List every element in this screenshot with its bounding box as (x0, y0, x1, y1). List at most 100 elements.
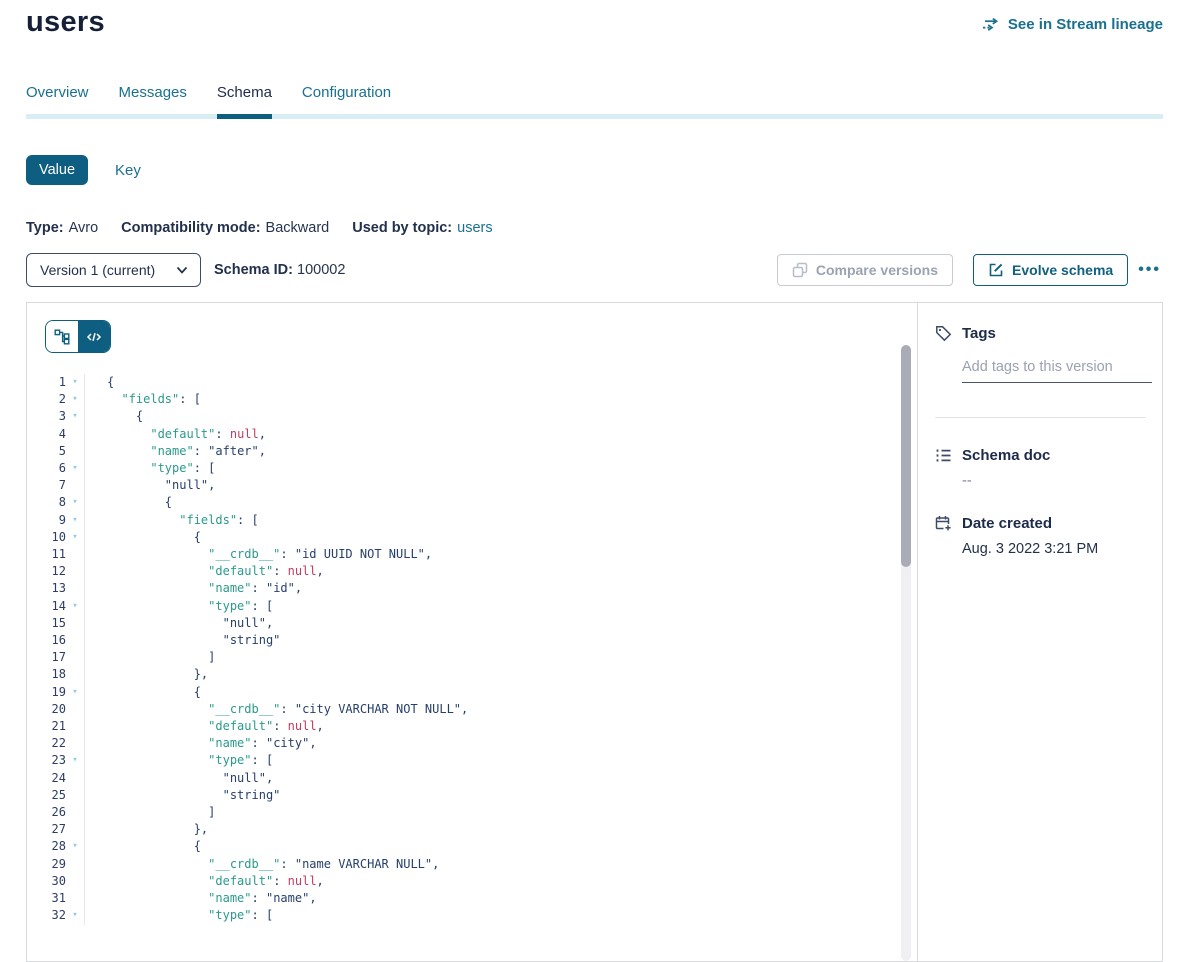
code-line: 21 "default": null, (27, 718, 917, 735)
scrollbar-thumb[interactable] (901, 345, 911, 567)
meta-label: Type: (26, 220, 64, 236)
meta-label: Compatibility mode: (121, 220, 260, 236)
date-created-section: Date created Aug. 3 2022 3:21 PM (935, 515, 1146, 557)
line-number: 18 (27, 666, 66, 683)
meta-item: Compatibility mode: Backward (121, 220, 329, 236)
schema-sidebar: Tags Schema doc -- (917, 303, 1162, 961)
code-lines: 1▾{2▾ "fields": [3▾ {4 "default": null,5… (27, 374, 917, 925)
chevron-down-icon (176, 266, 188, 275)
fold-toggle-icon[interactable]: ▾ (66, 529, 84, 546)
fold-toggle-icon[interactable]: ▾ (66, 494, 84, 511)
line-number: 3 (27, 408, 66, 425)
code-line: 23▾ "type": [ (27, 752, 917, 769)
fold-toggle-icon[interactable]: ▾ (66, 512, 84, 529)
more-options-button[interactable]: ••• (1136, 261, 1163, 279)
line-number: 14 (27, 598, 66, 615)
version-select-value: Version 1 (current) (40, 262, 155, 278)
tree-view-icon (54, 329, 70, 345)
fold-toggle-icon[interactable]: ▾ (66, 598, 84, 615)
line-number: 31 (27, 890, 66, 907)
view-toggle (45, 320, 111, 353)
code-line: 3▾ { (27, 408, 917, 425)
add-tags-input[interactable] (962, 359, 1152, 383)
fold-toggle-icon[interactable]: ▾ (66, 391, 84, 408)
code-line: 14▾ "type": [ (27, 598, 917, 615)
fold-toggle-icon[interactable]: ▾ (66, 684, 84, 701)
meta-label: Used by topic: (352, 220, 452, 236)
topic-link[interactable]: users (457, 220, 492, 236)
line-number: 19 (27, 684, 66, 701)
schema-panel: 1▾{2▾ "fields": [3▾ {4 "default": null,5… (26, 302, 1163, 962)
code-line: 20 "__crdb__": "city VARCHAR NOT NULL", (27, 701, 917, 718)
code-line: 6▾ "type": [ (27, 460, 917, 477)
page-header: users See in Stream lineage (26, 0, 1163, 39)
fold-toggle-icon[interactable]: ▾ (66, 752, 84, 769)
line-number: 17 (27, 649, 66, 666)
line-number: 4 (27, 426, 66, 443)
line-number: 1 (27, 374, 66, 391)
version-row: Version 1 (current) Schema ID: 100002 Co… (26, 253, 1163, 287)
meta-item: Used by topic: users (352, 220, 492, 236)
code-line: 10▾ { (27, 529, 917, 546)
line-number: 11 (27, 546, 66, 563)
page-title: users (26, 6, 105, 39)
tag-icon (935, 325, 952, 342)
line-number: 22 (27, 735, 66, 752)
code-view-button[interactable] (78, 321, 110, 352)
key-toggle-button[interactable]: Key (115, 162, 141, 179)
sidebar-divider (935, 417, 1146, 418)
code-line: 18 }, (27, 666, 917, 683)
line-number: 7 (27, 477, 66, 494)
editor-scrollbar[interactable] (901, 345, 911, 961)
schema-page: users See in Stream lineage Overview Mess… (0, 0, 1189, 962)
fold-toggle-icon[interactable]: ▾ (66, 460, 84, 477)
code-line: 9▾ "fields": [ (27, 512, 917, 529)
compare-versions-button[interactable]: Compare versions (777, 254, 953, 286)
code-line: 26 ] (27, 804, 917, 821)
evolve-schema-label: Evolve schema (1012, 262, 1113, 278)
meta-value: Backward (266, 220, 330, 236)
schema-doc-title: Schema doc (962, 447, 1050, 464)
code-line: 27 }, (27, 821, 917, 838)
code-line: 17 ] (27, 649, 917, 666)
tab-configuration[interactable]: Configuration (302, 84, 391, 114)
fold-toggle-icon[interactable]: ▾ (66, 374, 84, 391)
schema-doc-section: Schema doc -- (935, 447, 1146, 489)
schema-editor[interactable]: 1▾{2▾ "fields": [3▾ {4 "default": null,5… (27, 303, 917, 961)
meta-row: Type: Avro Compatibility mode: Backward Used… (26, 220, 1163, 236)
tab-overview[interactable]: Overview (26, 84, 89, 114)
see-in-stream-lineage-label: See in Stream lineage (1008, 16, 1163, 33)
fold-toggle-icon[interactable]: ▾ (66, 838, 84, 855)
edit-icon (988, 262, 1004, 278)
evolve-schema-button[interactable]: Evolve schema (973, 254, 1128, 286)
calendar-plus-icon (935, 515, 952, 532)
doc-list-icon (935, 447, 952, 464)
code-line: 2▾ "fields": [ (27, 391, 917, 408)
tree-view-button[interactable] (46, 321, 78, 352)
schema-doc-value: -- (962, 473, 1146, 489)
tab-schema[interactable]: Schema (217, 84, 272, 114)
value-toggle-button[interactable]: Value (26, 155, 88, 185)
tab-bar: Overview Messages Schema Configuration (26, 84, 1163, 119)
tab-messages[interactable]: Messages (119, 84, 187, 114)
line-number: 8 (27, 494, 66, 511)
code-line: 28▾ { (27, 838, 917, 855)
code-line: 1▾{ (27, 374, 917, 391)
code-line: 16 "string" (27, 632, 917, 649)
compare-icon (792, 262, 808, 278)
code-line: 31 "name": "name", (27, 890, 917, 907)
schema-id-label: Schema ID: (214, 262, 293, 278)
date-created-value: Aug. 3 2022 3:21 PM (962, 541, 1146, 557)
line-number: 5 (27, 443, 66, 460)
fold-toggle-icon[interactable]: ▾ (66, 408, 84, 425)
version-select[interactable]: Version 1 (current) (26, 253, 201, 287)
code-line: 11 "__crdb__": "id UUID NOT NULL", (27, 546, 917, 563)
line-number: 12 (27, 563, 66, 580)
line-number: 6 (27, 460, 66, 477)
code-line: 25 "string" (27, 787, 917, 804)
code-line: 19▾ { (27, 684, 917, 701)
meta-value: Avro (69, 220, 99, 236)
line-number: 24 (27, 770, 66, 787)
code-line: 13 "name": "id", (27, 580, 917, 597)
see-in-stream-lineage-link[interactable]: See in Stream lineage (982, 16, 1163, 33)
